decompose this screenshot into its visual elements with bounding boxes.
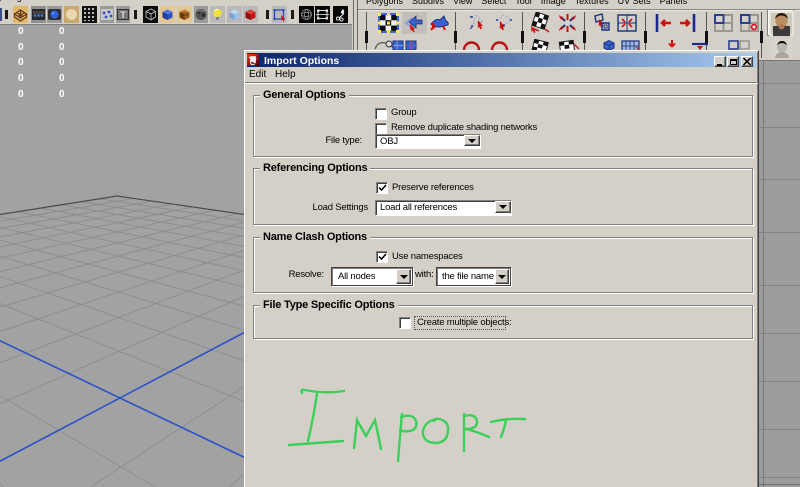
svg-text:T: T [120, 10, 126, 20]
